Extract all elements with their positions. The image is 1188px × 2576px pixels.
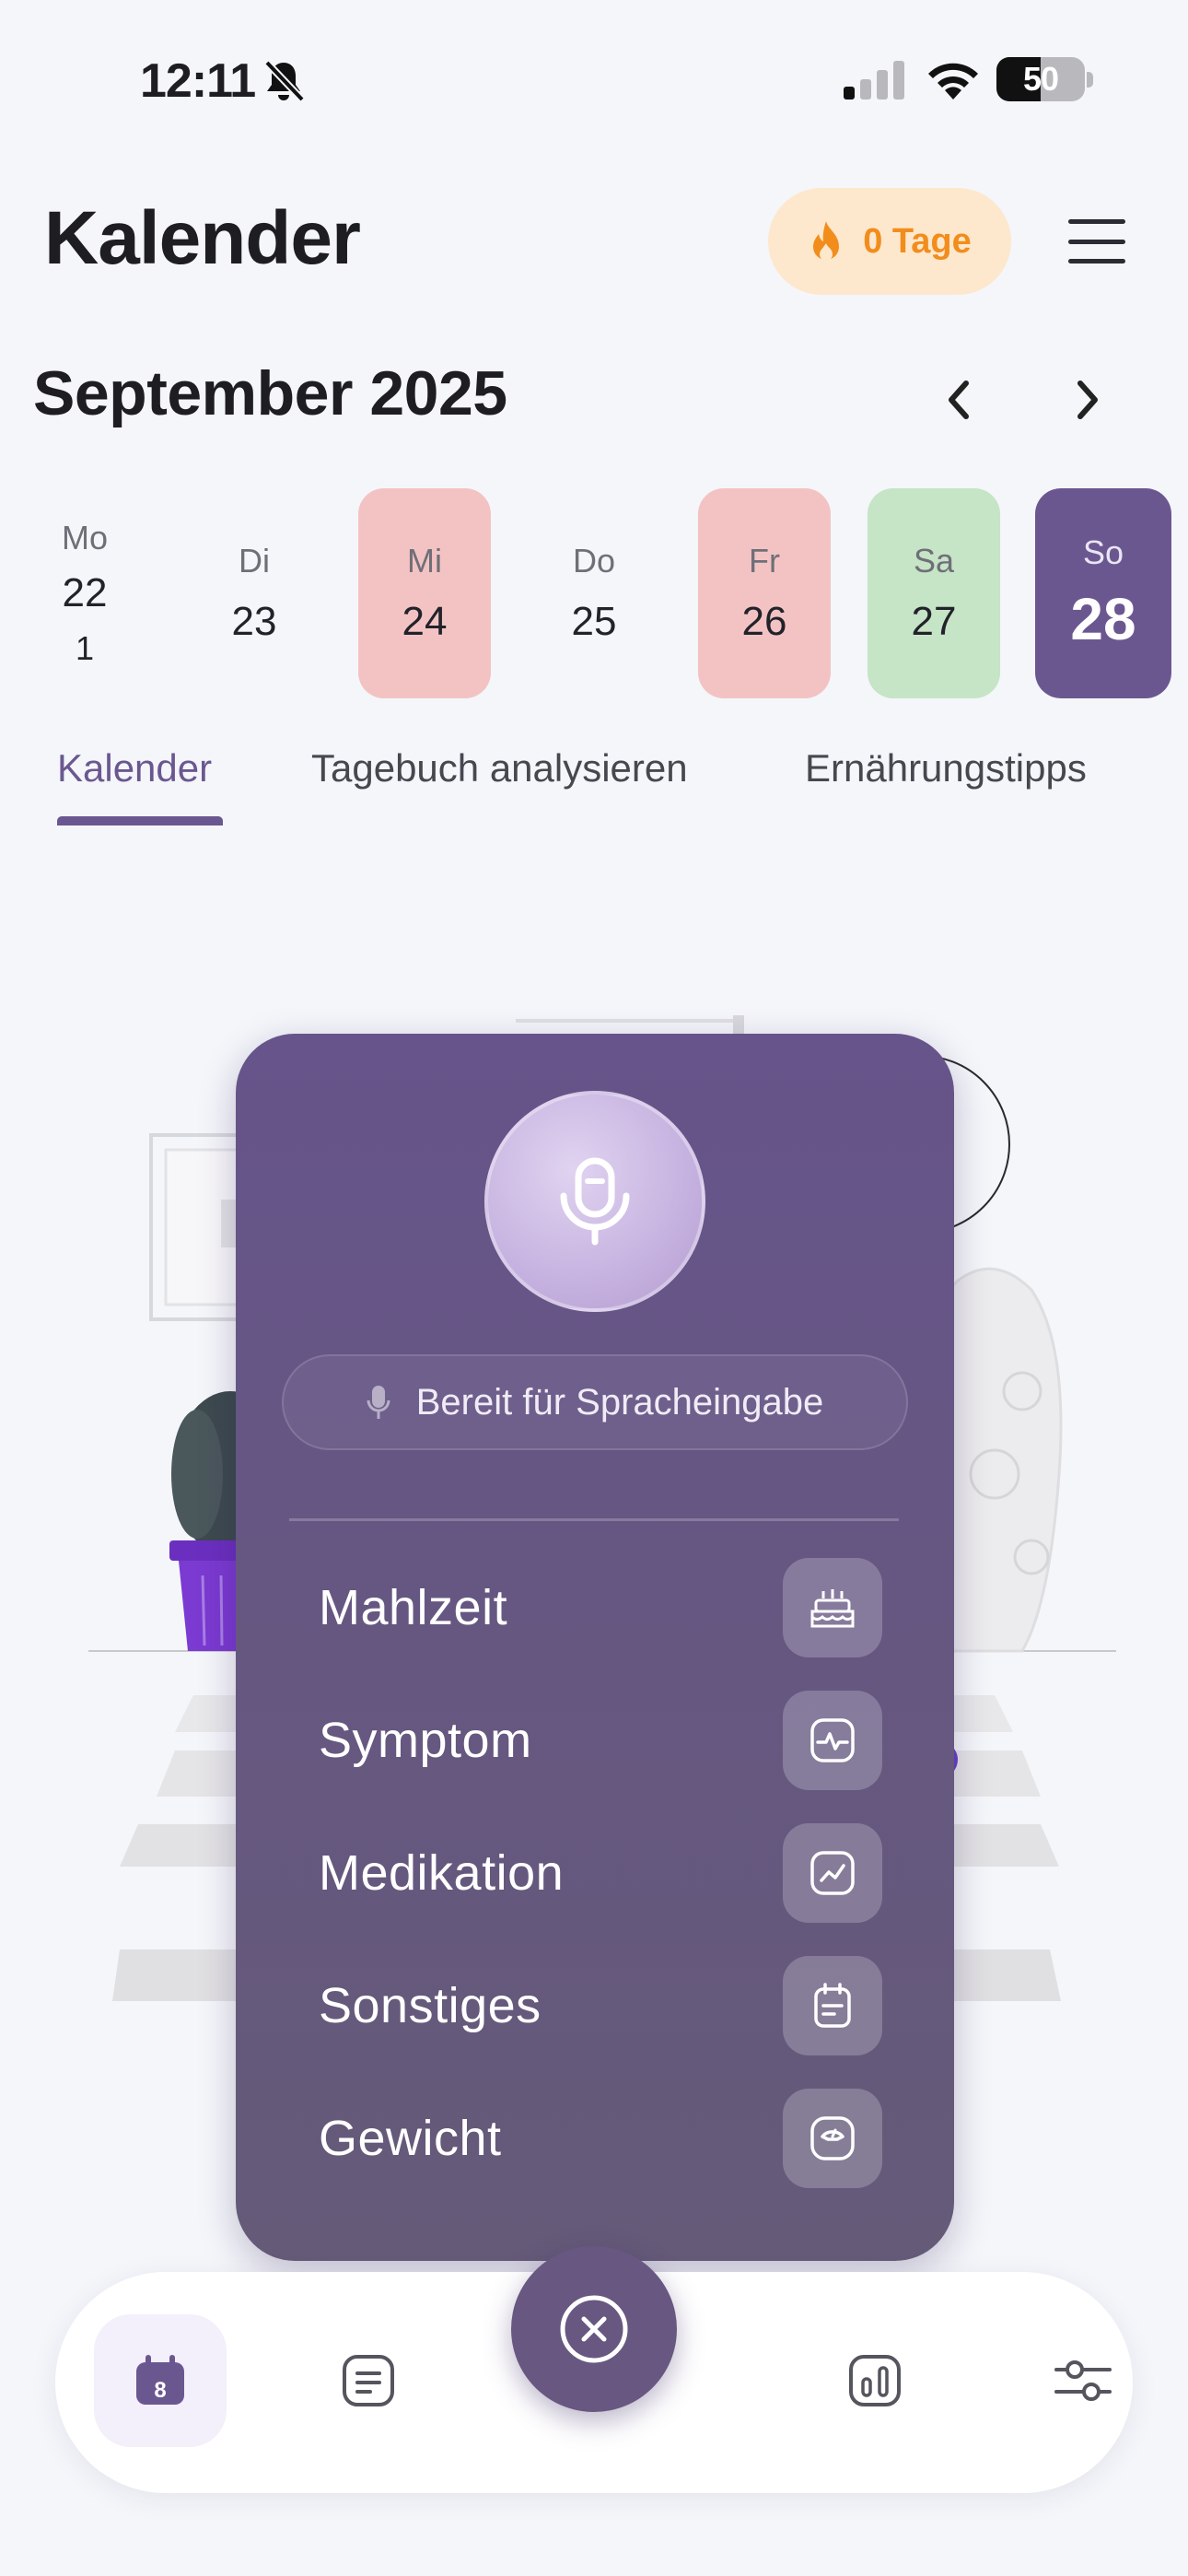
day-number: 27	[911, 599, 957, 644]
bar-chart-icon	[849, 2355, 901, 2406]
close-icon	[560, 2295, 628, 2363]
chevron-left-icon[interactable]	[930, 372, 985, 427]
flame-icon	[813, 221, 840, 261]
voice-status-pill: Bereit für Spracheingabe	[282, 1354, 908, 1450]
day-name: Mo	[61, 519, 108, 556]
status-time: 12:11	[140, 54, 256, 108]
notes-icon	[783, 1956, 882, 2055]
voice-status-text: Bereit für Spracheingabe	[415, 1381, 824, 1423]
battery-icon: 50	[996, 57, 1085, 101]
trend-chart-icon	[783, 1823, 882, 1923]
scale-icon	[783, 2089, 882, 2188]
day-number: 23	[231, 599, 277, 644]
day-so[interactable]: So 28	[1035, 488, 1171, 698]
day-name: So	[1082, 533, 1124, 571]
day-di[interactable]: Di 23	[188, 488, 320, 698]
popup-divider	[289, 1518, 899, 1521]
day-number: 24	[402, 599, 448, 644]
day-entry-count: 1	[75, 629, 95, 667]
streak-label: 0 Tage	[863, 221, 972, 261]
streak-badge[interactable]: 0 Tage	[768, 188, 1011, 295]
page-title: Kalender	[44, 196, 361, 280]
day-number: 22	[62, 570, 108, 615]
wifi-icon	[928, 63, 978, 100]
entry-symptom[interactable]: Symptom	[319, 1690, 882, 1791]
cellular-signal-icon	[844, 61, 904, 100]
calendar-icon: 8	[136, 2355, 184, 2405]
day-name: Mi	[407, 542, 442, 580]
tab-tagebuch-analysieren[interactable]: Tagebuch analysieren	[311, 746, 688, 790]
day-mo[interactable]: Mo 22 1	[18, 488, 151, 698]
nav-statistics[interactable]	[809, 2314, 941, 2447]
quick-add-popup: Bereit für Spracheingabe Mahlzeit Sympto…	[236, 1034, 954, 2261]
entry-label: Symptom	[319, 1713, 532, 1768]
entry-label: Gewicht	[319, 2111, 502, 2166]
tab-active-indicator	[57, 816, 223, 825]
entry-gewicht[interactable]: Gewicht	[319, 2088, 882, 2189]
battery-level: 50	[1022, 60, 1059, 98]
day-number: 25	[571, 599, 617, 644]
day-name: Di	[239, 542, 270, 580]
tab-kalender[interactable]: Kalender	[57, 746, 212, 790]
day-number: 28	[1070, 586, 1136, 652]
microphone-icon	[560, 1157, 630, 1246]
day-sa[interactable]: Sa 27	[868, 488, 1000, 698]
month-label: September 2025	[33, 358, 507, 428]
day-name: Fr	[749, 542, 780, 580]
day-number: 26	[741, 599, 787, 644]
cake-icon	[783, 1558, 882, 1657]
entry-medikation[interactable]: Medikation	[319, 1822, 882, 1924]
voice-record-button[interactable]	[484, 1091, 705, 1312]
entry-label: Mahlzeit	[319, 1580, 508, 1635]
calendar-badge: 8	[154, 2378, 166, 2403]
nav-calendar[interactable]: 8	[94, 2314, 227, 2447]
day-mi[interactable]: Mi 24	[358, 488, 491, 698]
hamburger-menu-icon[interactable]	[1068, 219, 1125, 263]
entry-sonstiges[interactable]: Sonstiges	[319, 1955, 882, 2056]
list-icon	[343, 2355, 394, 2406]
day-name: Sa	[913, 542, 955, 580]
entry-mahlzeit[interactable]: Mahlzeit	[319, 1557, 882, 1658]
chevron-right-icon[interactable]	[1061, 372, 1116, 427]
sliders-icon	[1054, 2360, 1112, 2401]
day-do[interactable]: Do 25	[528, 488, 660, 698]
pulse-monitor-icon	[783, 1691, 882, 1790]
day-fr[interactable]: Fr 26	[698, 488, 831, 698]
microphone-icon	[367, 1386, 390, 1419]
nav-settings[interactable]	[1017, 2314, 1149, 2447]
day-name: Do	[572, 542, 616, 580]
tab-ernaehrungstipps[interactable]: Ernährungstipps	[805, 746, 1087, 790]
nav-list[interactable]	[302, 2314, 435, 2447]
bell-slash-icon	[264, 60, 305, 102]
entry-label: Sonstiges	[319, 1978, 542, 2033]
entry-label: Medikation	[319, 1845, 565, 1901]
close-popup-button[interactable]	[511, 2246, 677, 2412]
